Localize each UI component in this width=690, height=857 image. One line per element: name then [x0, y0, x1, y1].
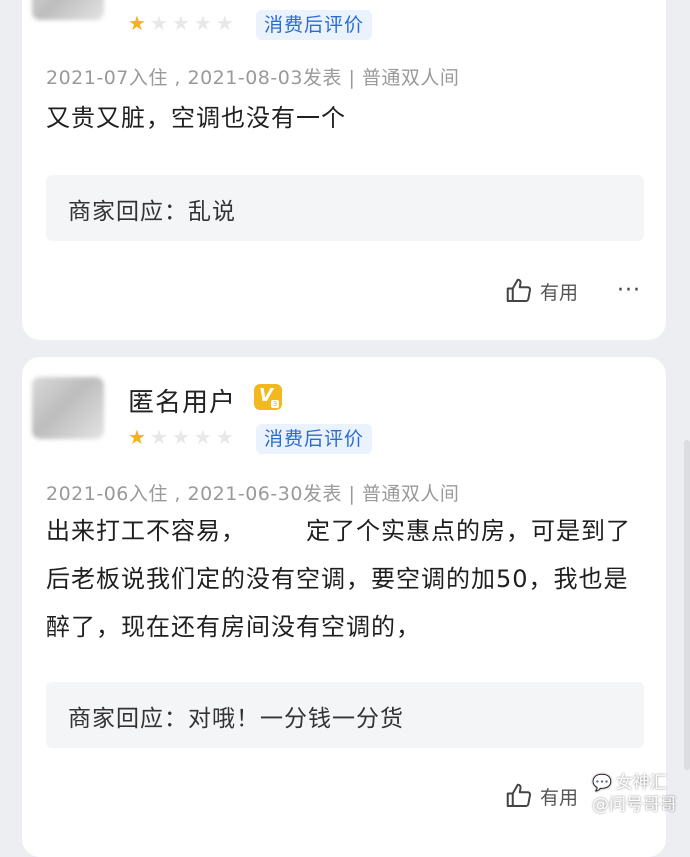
review-text-part: 出来打工不容易， [46, 517, 246, 545]
useful-button[interactable]: 有用 [504, 781, 578, 811]
review-card: 匿名用户 V 3 ★ ★ ★ ★ ★ 消费后评价 2021-06入住 , 202… [22, 357, 666, 857]
avatar[interactable] [32, 377, 104, 439]
merchant-reply: 商家回应：对哦！一分钱一分货 [46, 682, 644, 748]
star-icon: ★ [128, 425, 146, 449]
useful-button[interactable]: 有用 [504, 276, 578, 306]
avatar[interactable] [32, 0, 104, 20]
useful-label: 有用 [540, 281, 579, 304]
watermark-line2: @问号哥哥 [592, 795, 677, 815]
star-icon: ★ [171, 425, 190, 449]
merchant-reply-text: 商家回应：乱说 [68, 199, 236, 225]
star-rating: ★ ★ ★ ★ ★ [128, 13, 234, 33]
star-icon: ★ [215, 11, 234, 35]
more-options-button[interactable]: ··· [617, 280, 641, 302]
star-icon: ★ [193, 425, 212, 449]
star-icon: ★ [149, 11, 168, 35]
star-rating: ★ ★ ★ ★ ★ [128, 427, 234, 447]
star-icon: ★ [193, 11, 212, 35]
review-tag: 消费后评价 [256, 10, 373, 40]
review-text: 又贵又脏，空调也没有一个 [46, 104, 346, 132]
review-meta: 2021-07入住 , 2021-08-03发表 | 普通双人间 [46, 67, 460, 89]
review-text: 出来打工不容易， 定了个实惠点的房，可是到了后老板说我们定的没有空调，要空调的加5… [46, 507, 646, 651]
review-tag: 消费后评价 [256, 424, 373, 454]
watermark: 💬 女神汇 @问号哥哥 [592, 772, 677, 816]
merchant-reply: 商家回应：乱说 [46, 175, 644, 241]
merchant-reply-text: 商家回应：对哦！一分钱一分货 [68, 706, 404, 732]
star-icon: ★ [171, 11, 190, 35]
star-icon: ★ [128, 11, 146, 35]
scrollbar[interactable] [684, 440, 690, 770]
level-badge: V 3 [254, 384, 282, 410]
username[interactable]: 匿名用户 [128, 382, 236, 419]
watermark-line1: 女神汇 [615, 773, 667, 793]
star-icon: ★ [149, 425, 168, 449]
level-badge-number: 3 [271, 400, 279, 408]
wechat-icon: 💬 [592, 773, 612, 792]
review-card: ★ ★ ★ ★ ★ 消费后评价 2021-07入住 , 2021-08-03发表… [22, 0, 666, 340]
review-meta: 2021-06入住 , 2021-06-30发表 | 普通双人间 [46, 483, 460, 505]
thumbs-up-icon [506, 783, 532, 807]
useful-label: 有用 [540, 786, 579, 809]
star-icon: ★ [215, 425, 234, 449]
thumbs-up-icon [506, 278, 532, 302]
